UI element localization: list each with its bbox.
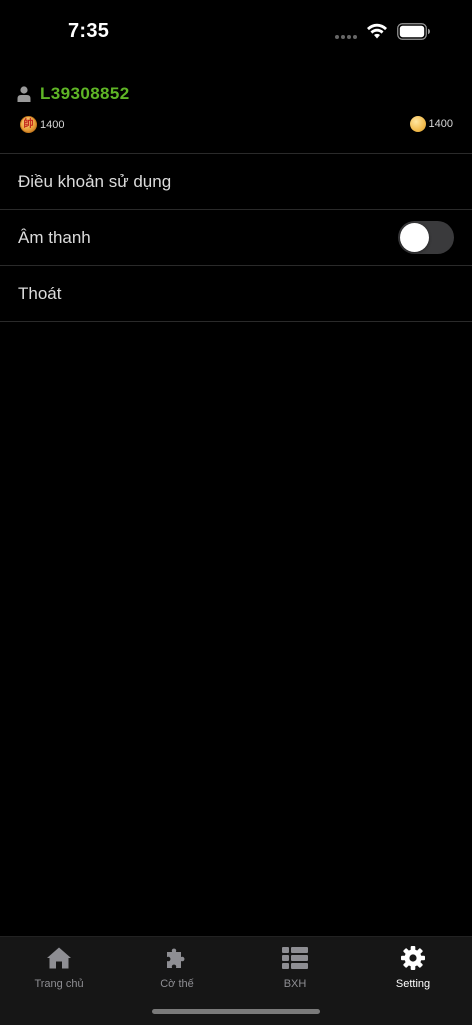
menu-item-terms[interactable]: Điều khoản sử dụng: [0, 153, 472, 209]
gear-icon: [401, 946, 425, 970]
tab-label: BXH: [283, 978, 307, 990]
home-indicator[interactable]: [152, 1009, 320, 1014]
menu-item-logout[interactable]: Thoát: [0, 265, 472, 322]
tab-setting[interactable]: Setting: [354, 937, 472, 997]
tab-label: Trang chủ: [34, 978, 84, 990]
tab-leaderboard[interactable]: BXH: [236, 937, 354, 997]
status-time: 7:35: [68, 20, 110, 42]
coin-icon: [409, 116, 426, 132]
username: L39308852: [40, 84, 130, 103]
rating-display: 1400: [20, 116, 64, 133]
tab-home[interactable]: Trang chủ: [0, 937, 118, 997]
toggle-knob: [400, 223, 429, 252]
menu-item-label: Âm thanh: [18, 227, 91, 247]
menu-item-label: Điều khoản sử dụng: [18, 171, 172, 191]
rating-value: 1400: [40, 118, 65, 131]
list-icon: [282, 947, 308, 969]
tab-label: Cờ thế: [160, 978, 194, 990]
user-icon: [17, 86, 31, 102]
sound-toggle[interactable]: [398, 221, 454, 254]
battery-icon: [397, 23, 430, 40]
tab-puzzles[interactable]: Cờ thế: [118, 937, 236, 997]
home-icon: [47, 947, 71, 969]
status-bar: 7:35: [0, 0, 472, 64]
puzzle-icon: [167, 948, 185, 968]
tab-label: Setting: [395, 978, 431, 990]
coins-display: 1400: [409, 116, 453, 132]
cellular-signal-icon: [335, 35, 357, 39]
menu-item-label: Thoát: [18, 283, 62, 303]
general-piece-icon: [20, 116, 37, 133]
coins-value: 1400: [428, 118, 453, 130]
wifi-icon: [367, 23, 387, 39]
menu-item-sound[interactable]: Âm thanh: [0, 209, 472, 265]
settings-menu: Điều khoản sử dụng Âm thanh Thoát: [0, 153, 472, 322]
profile-header: L39308852 1400 1400: [0, 80, 472, 153]
